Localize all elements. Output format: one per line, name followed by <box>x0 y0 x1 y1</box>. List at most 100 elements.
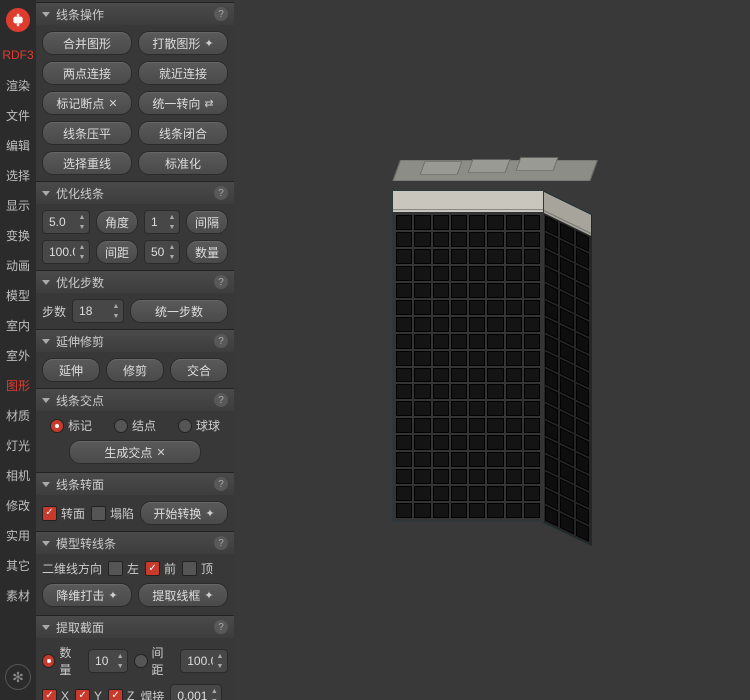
nav-item-4[interactable]: 选择 <box>0 160 36 190</box>
swap-icon: ⇄ <box>204 97 213 110</box>
nav-item-13[interactable]: 灯光 <box>0 430 36 460</box>
nav-item-9[interactable]: 室内 <box>0 310 36 340</box>
steps-spinner[interactable]: ▲▼ <box>72 299 124 323</box>
section-title: 优化步数 <box>56 274 104 291</box>
nav-item-18[interactable]: 素材 <box>0 580 36 610</box>
nav-item-0[interactable]: RDF3 <box>0 40 36 70</box>
face-checkbox[interactable]: 转面 <box>42 505 85 522</box>
nav-item-14[interactable]: 相机 <box>0 460 36 490</box>
help-icon[interactable]: ? <box>214 334 228 348</box>
angle-value-spinner[interactable]: ▲▼ <box>42 210 90 234</box>
viewport-3d[interactable] <box>234 0 750 700</box>
section-header-extract-section[interactable]: 提取截面 ? <box>36 615 234 638</box>
y-checkbox[interactable]: Y <box>75 689 102 700</box>
angle-button[interactable]: 角度 <box>96 210 138 234</box>
nav-item-17[interactable]: 其它 <box>0 550 36 580</box>
nearest-connect-button[interactable]: 就近连接 <box>138 61 228 85</box>
scatter-shapes-button[interactable]: 打散图形✦ <box>138 31 228 55</box>
z-checkbox[interactable]: Z <box>108 689 134 700</box>
section-header-optimize-line[interactable]: 优化线条 ? <box>36 181 234 204</box>
dist-radio[interactable]: 间距 <box>134 644 174 678</box>
section-header-extend-trim[interactable]: 延伸修剪 ? <box>36 329 234 352</box>
help-icon[interactable]: ? <box>214 620 228 634</box>
normalize-button[interactable]: 标准化 <box>138 151 228 175</box>
help-icon[interactable]: ? <box>214 186 228 200</box>
trim-button[interactable]: 修剪 <box>106 358 164 382</box>
count-button[interactable]: 数量 <box>186 240 228 264</box>
nav-item-1[interactable]: 渲染 <box>0 70 36 100</box>
start-convert-button[interactable]: 开始转换✦ <box>140 501 228 525</box>
section-header-optimize-steps[interactable]: 优化步数 ? <box>36 270 234 293</box>
section-dist-spinner[interactable]: ▲▼ <box>180 649 228 673</box>
nav-item-12[interactable]: 材质 <box>0 400 36 430</box>
nav-item-3[interactable]: 编辑 <box>0 130 36 160</box>
extend-button[interactable]: 延伸 <box>42 358 100 382</box>
section-header-to-face[interactable]: 线条转面 ? <box>36 472 234 495</box>
nav-item-2[interactable]: 文件 <box>0 100 36 130</box>
nav-item-7[interactable]: 动画 <box>0 250 36 280</box>
chevron-down-icon <box>42 625 50 630</box>
steps-label: 步数 <box>42 303 66 320</box>
merge-shapes-button[interactable]: 合并图形 <box>42 31 132 55</box>
top-checkbox[interactable]: 顶 <box>182 560 213 577</box>
help-icon[interactable]: ? <box>214 536 228 550</box>
select-duplicate-button[interactable]: 选择重线 <box>42 151 132 175</box>
robot-icon <box>10 12 26 28</box>
close-line-button[interactable]: 线条闭合 <box>138 121 228 145</box>
section-title: 提取截面 <box>56 619 104 636</box>
plus-icon: ✦ <box>204 589 213 602</box>
settings-gear[interactable]: ✻ <box>5 664 31 690</box>
nav-item-8[interactable]: 模型 <box>0 280 36 310</box>
spacing-button[interactable]: 间距 <box>96 240 138 264</box>
nav-item-6[interactable]: 变换 <box>0 220 36 250</box>
section-count-spinner[interactable]: ▲▼ <box>88 649 128 673</box>
properties-panel: 线条操作 ? 合并图形 打散图形✦ 两点连接 就近连接 标记断点✕ 统一转向⇄ … <box>36 0 234 700</box>
nav-sidebar: RDF3渲染文件编辑选择显示变换动画模型室内室外图形材质灯光相机修改实用其它素材… <box>0 0 36 700</box>
building-model <box>392 160 592 520</box>
nav-item-10[interactable]: 室外 <box>0 340 36 370</box>
help-icon[interactable]: ? <box>214 7 228 21</box>
section-title: 线条交点 <box>56 392 104 409</box>
chevron-down-icon <box>42 12 50 17</box>
scatter-icon: ✦ <box>204 37 213 50</box>
interval-value-spinner[interactable]: ▲▼ <box>144 210 180 234</box>
spacing-value-spinner[interactable]: ▲▼ <box>42 240 90 264</box>
nav-item-15[interactable]: 修改 <box>0 490 36 520</box>
extract-wire-button[interactable]: 提取线框✦ <box>138 583 228 607</box>
meet-button[interactable]: 交合 <box>170 358 228 382</box>
axis-label: 二维线方向 <box>42 560 102 577</box>
front-checkbox[interactable]: 前 <box>145 560 176 577</box>
sphere-radio[interactable]: 球球 <box>178 417 220 434</box>
x-checkbox[interactable]: X <box>42 689 69 700</box>
section-title: 优化线条 <box>56 185 104 202</box>
section-title: 线条转面 <box>56 476 104 493</box>
mark-break-button[interactable]: 标记断点✕ <box>42 91 132 115</box>
app-logo[interactable] <box>6 8 30 32</box>
reduce-dim-button[interactable]: 降维打击✦ <box>42 583 132 607</box>
knot-radio[interactable]: 结点 <box>114 417 156 434</box>
chevron-down-icon <box>42 191 50 196</box>
mark-radio[interactable]: 标记 <box>50 417 92 434</box>
boolean-checkbox[interactable]: 塌陷 <box>91 505 134 522</box>
help-icon[interactable]: ? <box>214 393 228 407</box>
close-icon: ✕ <box>156 446 165 459</box>
unify-steps-button[interactable]: 统一步数 <box>130 299 228 323</box>
count-radio[interactable]: 数量 <box>42 644 82 678</box>
section-header-line-ops[interactable]: 线条操作 ? <box>36 2 234 25</box>
count-value-spinner[interactable]: ▲▼ <box>144 240 180 264</box>
left-checkbox[interactable]: 左 <box>108 560 139 577</box>
section-header-model-to-line[interactable]: 模型转线条 ? <box>36 531 234 554</box>
flatten-line-button[interactable]: 线条压平 <box>42 121 132 145</box>
section-header-intersection[interactable]: 线条交点 ? <box>36 388 234 411</box>
help-icon[interactable]: ? <box>214 275 228 289</box>
unify-direction-button[interactable]: 统一转向⇄ <box>138 91 228 115</box>
nav-item-16[interactable]: 实用 <box>0 520 36 550</box>
interval-button[interactable]: 间隔 <box>186 210 228 234</box>
weld-spinner[interactable]: ▲▼ <box>170 684 222 700</box>
chevron-down-icon <box>42 398 50 403</box>
generate-intersection-button[interactable]: 生成交点✕ <box>69 440 201 464</box>
nav-item-5[interactable]: 显示 <box>0 190 36 220</box>
help-icon[interactable]: ? <box>214 477 228 491</box>
nav-item-11[interactable]: 图形 <box>0 370 36 400</box>
two-point-connect-button[interactable]: 两点连接 <box>42 61 132 85</box>
